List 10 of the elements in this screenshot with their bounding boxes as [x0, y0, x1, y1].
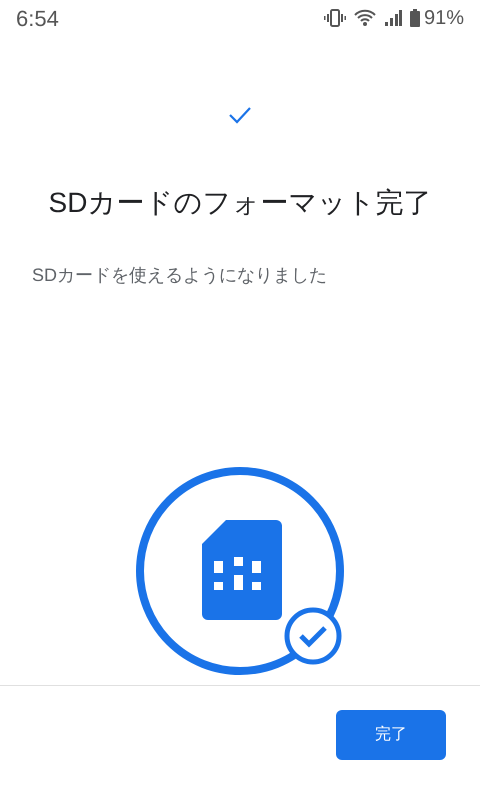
wifi-icon [354, 9, 376, 27]
subtitle: SDカードを使えるようになりました [31, 264, 328, 287]
signal-icon [384, 9, 402, 27]
check-icon [228, 106, 252, 124]
vibrate-icon [324, 9, 346, 27]
done-button[interactable]: 完了 [336, 710, 446, 760]
status-time: 6:54 [16, 4, 59, 32]
title: SDカードのフォーマット完了 [48, 186, 432, 220]
battery-percent: 91% [424, 6, 464, 31]
battery-icon [410, 9, 420, 27]
